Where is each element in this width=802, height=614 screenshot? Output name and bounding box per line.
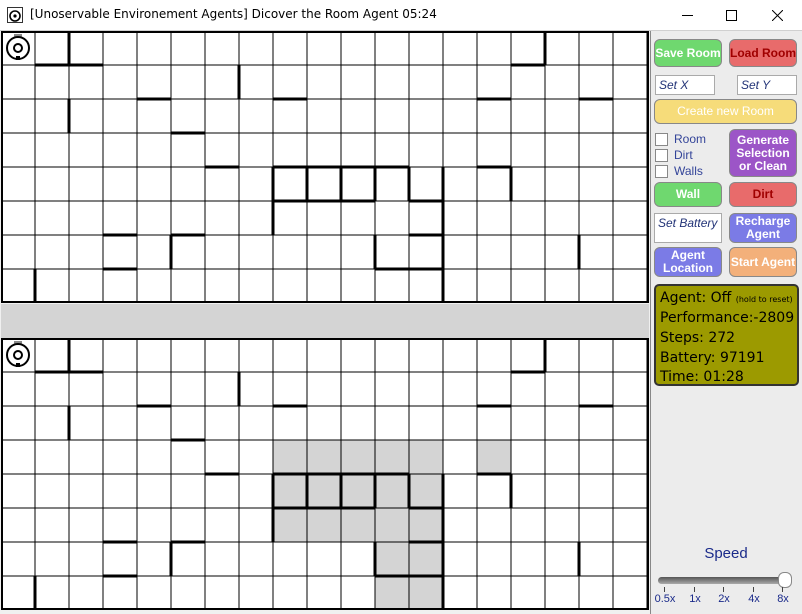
speed-tick (694, 587, 695, 592)
generate-selection-button[interactable]: Generate Selection or Clean (729, 129, 797, 177)
maximize-button[interactable] (708, 0, 754, 30)
set-y-input[interactable]: Set Y (737, 75, 797, 95)
agent-status-panel[interactable]: Agent: Off (hold to reset) Performance:-… (654, 284, 799, 386)
battery-value: Battery: 97191 (660, 350, 765, 366)
set-x-input[interactable]: Set X (655, 75, 715, 95)
maximize-icon (725, 9, 737, 21)
agent-state: Agent: Off (660, 290, 732, 306)
set-battery-input[interactable]: Set Battery (654, 213, 722, 243)
window-title: [Unoservable Environement Agents] Dicove… (30, 7, 437, 21)
dirt-button[interactable]: Dirt (729, 182, 797, 207)
speed-slider-thumb[interactable] (778, 572, 792, 588)
load-room-button[interactable]: Load Room (729, 39, 797, 67)
grid-divider (1, 304, 649, 338)
start-agent-button[interactable]: Start Agent (729, 247, 797, 277)
create-new-room-button[interactable]: Create new Room (654, 99, 797, 124)
speed-tick (664, 587, 665, 592)
speed-tick-label: 0.5x (654, 593, 676, 605)
checkbox-icon (655, 164, 668, 178)
title-bar: [Unoservable Environement Agents] Dicove… (0, 0, 802, 31)
walls-checkbox[interactable]: Walls (655, 164, 703, 178)
reset-hint: (hold to reset) (735, 295, 793, 304)
speed-tick (753, 587, 754, 592)
agent-knowledge-grid[interactable] (1, 338, 649, 610)
minimize-icon (681, 14, 693, 16)
close-button[interactable] (754, 0, 800, 30)
speed-tick-label: 2x (718, 593, 730, 605)
unexplored-area (477, 440, 511, 474)
speed-tick-label: 4x (748, 593, 760, 605)
speed-tick-label: 8x (777, 593, 789, 605)
steps-value: Steps: 272 (660, 330, 736, 346)
walls-checkbox-label: Walls (674, 164, 703, 178)
time-value: Time: 01:28 (660, 369, 744, 385)
performance-value: Performance:-2809 (660, 310, 795, 326)
dirt-checkbox[interactable]: Dirt (655, 148, 693, 162)
room-grid[interactable] (1, 31, 649, 303)
speed-tick-label: 1x (689, 593, 701, 605)
speed-label: Speed (704, 545, 748, 562)
close-icon (771, 9, 783, 21)
recharge-agent-button[interactable]: Recharge Agent (729, 213, 797, 243)
checkbox-icon (655, 132, 668, 146)
room-checkbox-label: Room (674, 132, 707, 146)
speed-tick (723, 587, 724, 592)
minimize-button[interactable] (664, 0, 710, 30)
checkbox-icon (655, 148, 668, 162)
agent-location-button[interactable]: Agent Location (654, 247, 722, 277)
save-room-button[interactable]: Save Room (654, 39, 722, 67)
agent-state-line: Agent: Off (hold to reset) (660, 290, 793, 306)
control-panel: Save Room Load Room Set X Set Y Create n… (650, 31, 802, 614)
dirt-checkbox-label: Dirt (674, 148, 693, 162)
app-icon (7, 7, 23, 23)
room-checkbox[interactable]: Room (655, 132, 706, 146)
speed-tick (782, 587, 783, 592)
speed-slider-track[interactable] (658, 577, 790, 584)
wall-button[interactable]: Wall (654, 182, 722, 207)
